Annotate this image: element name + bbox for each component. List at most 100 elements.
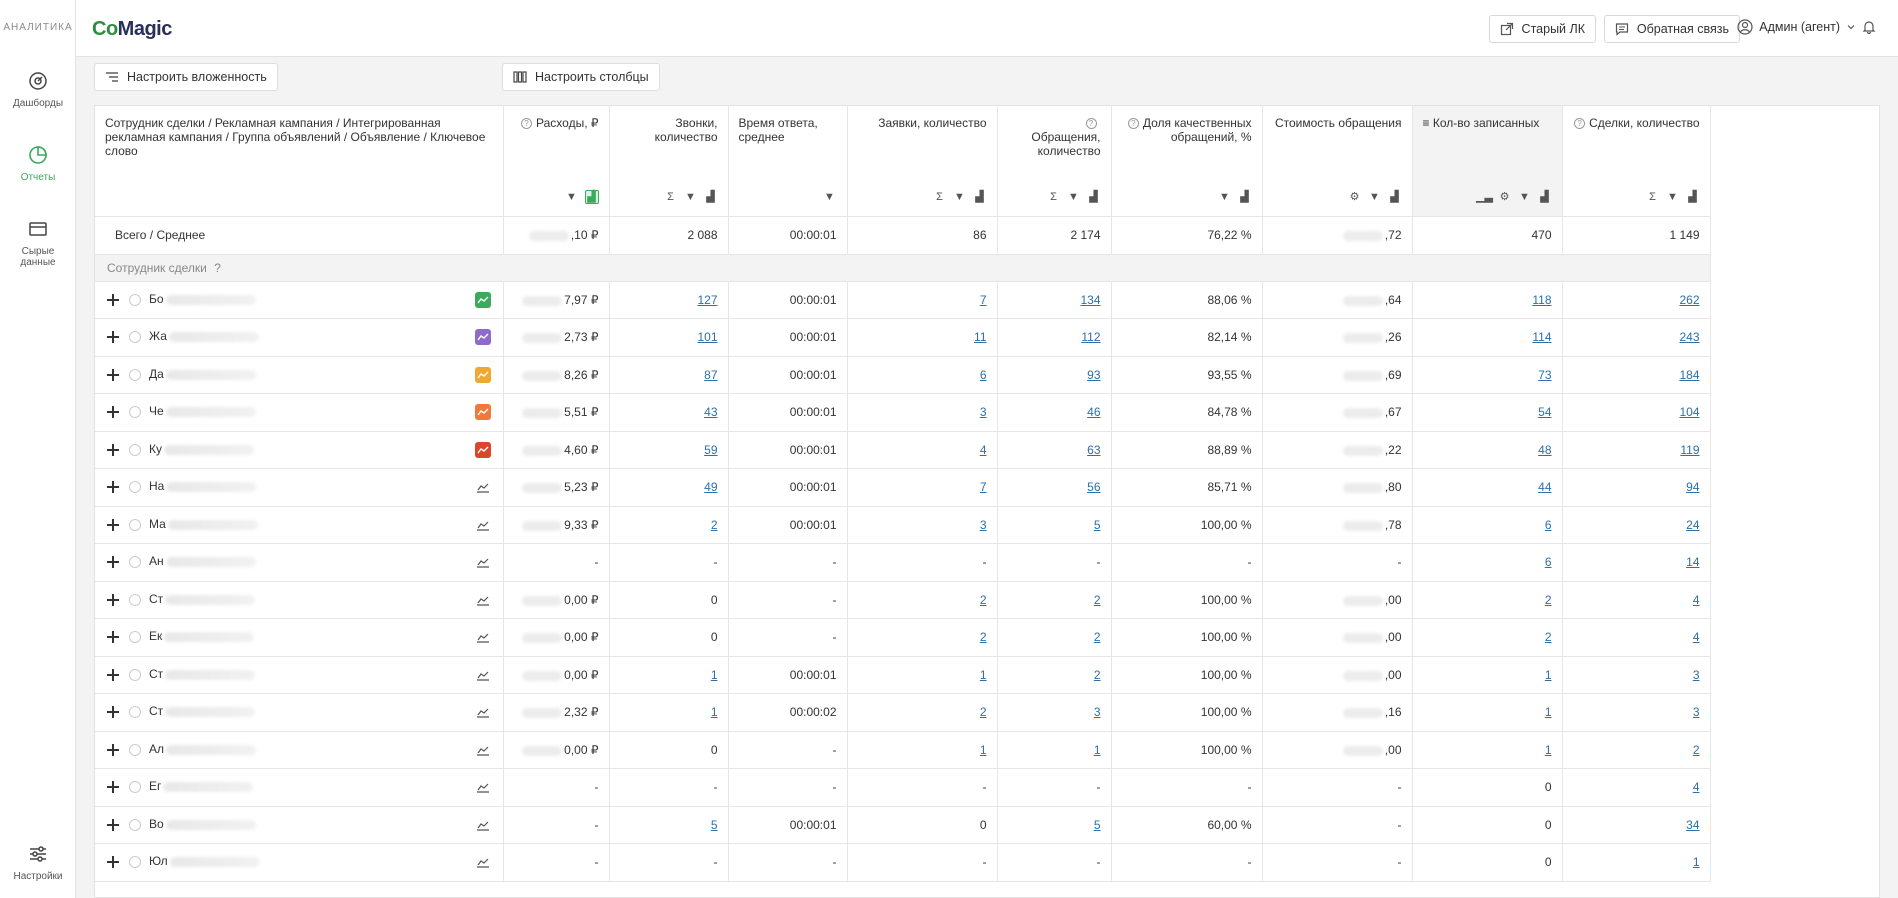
sidebar-item-reports[interactable]: Отчеты	[0, 144, 76, 183]
sidebar-item-settings[interactable]: Настройки	[0, 843, 76, 882]
sparkline-icon[interactable]	[475, 629, 491, 645]
cell-link[interactable]: 262	[1679, 293, 1699, 307]
cell-link[interactable]: 2	[980, 705, 987, 719]
col-header-deals[interactable]: ? Сделки, количество Σ ▼ ▟	[1562, 106, 1711, 217]
logo[interactable]: CoMagic	[92, 18, 172, 41]
cell-link[interactable]: 87	[704, 368, 717, 382]
cell-link[interactable]: 118	[1532, 293, 1551, 307]
expand-row-icon[interactable]	[105, 442, 121, 458]
filter-icon[interactable]: ▼	[565, 190, 579, 204]
cell-link[interactable]: 59	[704, 443, 717, 457]
cell-link[interactable]: 2	[980, 593, 987, 607]
chart-icon[interactable]: ▟	[973, 190, 987, 204]
cell-link[interactable]: 114	[1532, 330, 1551, 344]
expand-row-icon[interactable]	[105, 704, 121, 720]
filter-icon[interactable]: ▼	[684, 190, 698, 204]
sparkline-icon[interactable]	[475, 667, 491, 683]
expand-row-icon[interactable]	[105, 667, 121, 683]
sum-icon[interactable]: Σ	[933, 190, 947, 204]
cell-link[interactable]: 2	[1094, 630, 1101, 644]
col-header-recorded[interactable]: ≡ Кол-во записанных ▁▃ ⚙ ▼ ▟	[1412, 106, 1563, 217]
sparkline-icon[interactable]	[475, 554, 491, 570]
sparkline-icon[interactable]	[475, 704, 491, 720]
sparkline-icon[interactable]	[475, 742, 491, 758]
sparkline-icon[interactable]	[475, 779, 491, 795]
cell-link[interactable]: 7	[980, 293, 987, 307]
row-select-icon[interactable]	[129, 706, 141, 719]
sort-icon[interactable]: ≡	[1423, 116, 1430, 130]
sparkline-icon[interactable]	[475, 592, 491, 608]
feedback-button[interactable]: Обратная связь	[1603, 15, 1740, 43]
expand-row-icon[interactable]	[105, 367, 121, 383]
col-header-requests[interactable]: Заявки, количество Σ ▼ ▟	[847, 106, 998, 217]
col-header-contacts[interactable]: ? Обращения, количество Σ ▼ ▟	[997, 106, 1112, 217]
cell-link[interactable]: 2	[1545, 630, 1552, 644]
cell-link[interactable]: 1	[980, 668, 987, 682]
col-header-dimension[interactable]: Сотрудник сделки / Рекламная кампания / …	[95, 106, 504, 217]
cell-link[interactable]: 1	[1094, 743, 1101, 757]
cell-link[interactable]: 4	[980, 443, 987, 457]
cell-link[interactable]: 24	[1686, 518, 1699, 532]
row-select-icon[interactable]	[129, 443, 141, 456]
cell-link[interactable]: 1	[1545, 743, 1552, 757]
col-header-response-time[interactable]: Время ответа, среднее ▼	[728, 106, 848, 217]
expand-row-icon[interactable]	[105, 329, 121, 345]
filter-icon[interactable]: ▼	[1218, 190, 1232, 204]
sparkline-icon[interactable]	[475, 479, 491, 495]
row-select-icon[interactable]	[129, 781, 141, 794]
cell-link[interactable]: 63	[1087, 443, 1100, 457]
cell-link[interactable]: 4	[1693, 780, 1700, 794]
sparkline-icon[interactable]	[474, 366, 491, 383]
cell-link[interactable]: 1	[1693, 855, 1700, 869]
expand-row-icon[interactable]	[105, 479, 121, 495]
col-header-contact-cost[interactable]: Стоимость обращения ⚙ ▼ ▟	[1262, 106, 1413, 217]
cell-link[interactable]: 46	[1087, 405, 1100, 419]
gear-icon[interactable]: ⚙	[1498, 190, 1512, 204]
cell-link[interactable]: 49	[704, 480, 717, 494]
cell-link[interactable]: 56	[1087, 480, 1100, 494]
expand-row-icon[interactable]	[105, 629, 121, 645]
cell-link[interactable]: 112	[1081, 330, 1100, 344]
row-select-icon[interactable]	[129, 556, 141, 569]
row-select-icon[interactable]	[129, 631, 141, 644]
chart-icon[interactable]: ▟	[584, 189, 599, 204]
chart-icon[interactable]: ▟	[1087, 190, 1101, 204]
cell-link[interactable]: 1	[711, 705, 718, 719]
col-header-calls[interactable]: Звонки, количество Σ ▼ ▟	[609, 106, 729, 217]
chart-icon[interactable]: ▟	[1686, 190, 1700, 204]
help-icon[interactable]: ?	[521, 118, 533, 129]
sidebar-item-dashboards[interactable]: Дашборды	[0, 70, 76, 109]
cell-link[interactable]: 44	[1538, 480, 1551, 494]
cell-link[interactable]: 1	[980, 743, 987, 757]
row-select-icon[interactable]	[129, 818, 141, 831]
cell-link[interactable]: 119	[1680, 443, 1699, 457]
cell-link[interactable]: 4	[1693, 630, 1700, 644]
expand-row-icon[interactable]	[105, 292, 121, 308]
filter-icon[interactable]: ▼	[1368, 190, 1382, 204]
cell-link[interactable]: 4	[1693, 593, 1700, 607]
row-select-icon[interactable]	[129, 331, 141, 344]
sort-desc-icon[interactable]: ▁▃	[1476, 190, 1493, 204]
old-lk-button[interactable]: Старый ЛК	[1488, 15, 1596, 43]
cell-link[interactable]: 5	[711, 818, 718, 832]
cell-link[interactable]: 2	[1094, 593, 1101, 607]
expand-row-icon[interactable]	[105, 404, 121, 420]
cell-link[interactable]: 14	[1686, 555, 1699, 569]
sparkline-icon[interactable]	[475, 854, 491, 870]
expand-row-icon[interactable]	[105, 554, 121, 570]
filter-icon[interactable]: ▼	[1067, 190, 1081, 204]
cell-link[interactable]: 93	[1087, 368, 1100, 382]
sparkline-icon[interactable]	[474, 404, 491, 420]
chart-icon[interactable]: ▟	[1238, 190, 1252, 204]
filter-icon[interactable]: ▼	[823, 190, 837, 204]
cell-link[interactable]: 43	[704, 405, 717, 419]
cell-link[interactable]: 7	[980, 480, 987, 494]
columns-settings-button[interactable]: Настроить столбцы	[502, 63, 660, 91]
help-icon[interactable]: ?	[1127, 118, 1139, 129]
filter-icon[interactable]: ▼	[1518, 190, 1532, 204]
sparkline-icon[interactable]	[475, 817, 491, 833]
cell-link[interactable]: 6	[1545, 518, 1552, 532]
cell-link[interactable]: 2	[980, 630, 987, 644]
cell-link[interactable]: 3	[980, 518, 987, 532]
expand-row-icon[interactable]	[105, 742, 121, 758]
